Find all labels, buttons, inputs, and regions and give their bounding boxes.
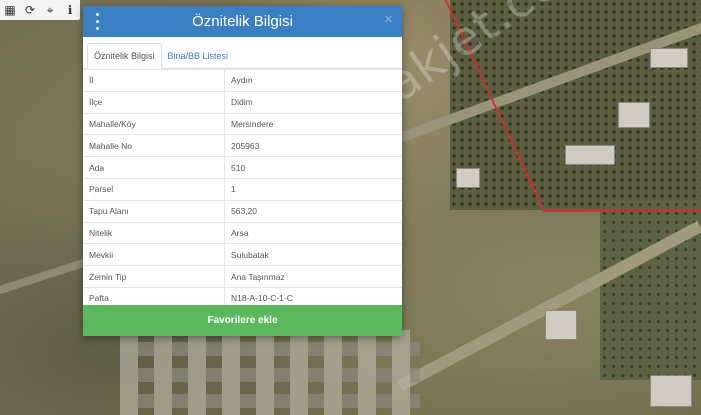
row-label: Mahalle No [83, 134, 225, 157]
add-to-favorites-button[interactable]: Favorilere ekle [83, 305, 402, 336]
attribute-table: İl Aydın İlçe Didim Mahalle/Köy Mersindere … [83, 69, 402, 309]
table-row: İlçe Didim [83, 90, 402, 114]
building [650, 375, 692, 407]
row-label: Mahalle/Köy [83, 112, 225, 135]
row-value: Sulubatak [224, 243, 402, 266]
building [618, 102, 650, 128]
table-row: Mevkii Sulubatak [83, 243, 402, 266]
row-label: Parsel [83, 177, 225, 201]
row-label: Zemin Tip [83, 265, 225, 288]
building [565, 145, 615, 165]
crosshair-icon[interactable]: ⌖ [40, 0, 60, 20]
row-value: Aydın [224, 69, 402, 92]
row-value: Mersindere [224, 112, 402, 135]
tab-attribute-info[interactable]: Öznitelik Bilgisi [87, 43, 162, 69]
row-value: Ana Taşınmaz [224, 265, 402, 288]
row-label: Tapu Alanı [83, 199, 225, 223]
row-label: İlçe [83, 90, 225, 114]
table-row: Nitelik Arsa [83, 221, 402, 244]
row-label: İl [83, 69, 225, 92]
row-label: Mevkii [83, 243, 225, 266]
table-row: İl Aydın [83, 69, 402, 92]
row-label: Ada [83, 156, 225, 179]
row-value: Arsa [224, 221, 402, 244]
row-value: 205963 [224, 134, 402, 157]
table-row: Ada 510 [83, 156, 402, 179]
row-value: 1 [224, 177, 402, 201]
dialog-header: Öznitelik Bilgisi × [83, 6, 402, 37]
close-icon[interactable]: × [384, 11, 393, 28]
building [650, 48, 688, 68]
table-row: Mahalle/Köy Mersindere [83, 112, 402, 135]
tab-building-list[interactable]: Bina/BB Listesi [162, 44, 235, 68]
table-row: Mahalle No 205963 [83, 134, 402, 157]
map-toolbar: ▦ ⟳ ⌖ ℹ [0, 0, 80, 20]
table-row: Zemin Tip Ana Taşınmaz [83, 265, 402, 288]
grid-icon[interactable]: ▦ [0, 0, 20, 20]
row-value: Didim [224, 90, 402, 114]
attribute-info-dialog: Öznitelik Bilgisi × Öznitelik Bilgisi Bi… [83, 6, 402, 336]
row-value: 563,20 [224, 199, 402, 223]
dialog-title: Öznitelik Bilgisi [192, 13, 293, 30]
refresh-icon[interactable]: ⟳ [20, 0, 40, 20]
dialog-tabs: Öznitelik Bilgisi Bina/BB Listesi [83, 37, 402, 69]
table-row: Parsel 1 [83, 177, 402, 201]
kebab-menu-icon[interactable] [93, 13, 101, 30]
building [456, 168, 480, 188]
row-label: Nitelik [83, 221, 225, 244]
building [545, 310, 577, 340]
row-value: 510 [224, 156, 402, 179]
info-icon[interactable]: ℹ [60, 0, 80, 20]
residential-blocks [120, 330, 420, 415]
table-row: Tapu Alanı 563,20 [83, 199, 402, 223]
